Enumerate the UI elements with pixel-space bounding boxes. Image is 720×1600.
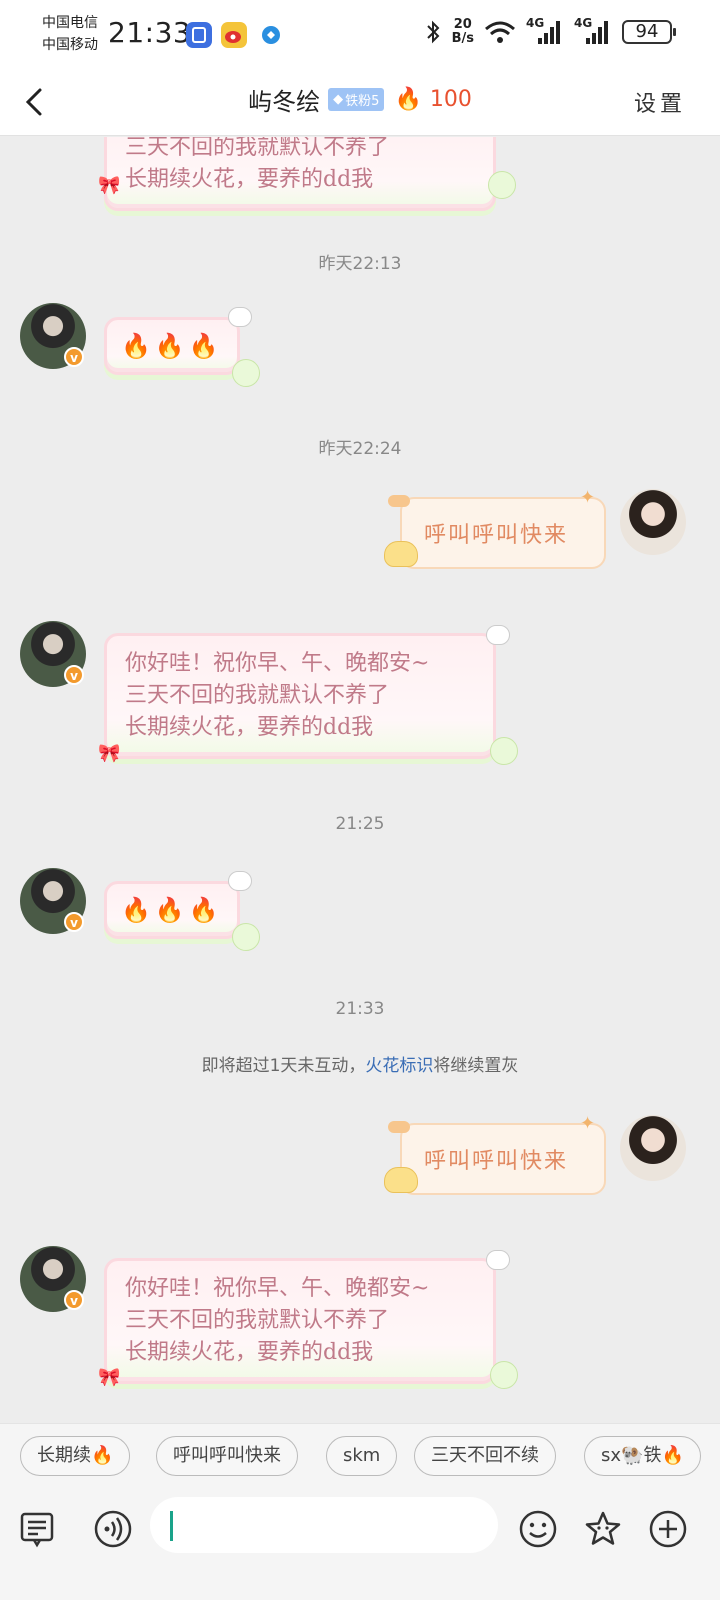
app-notification-icon (186, 22, 212, 48)
chat-title: 屿冬绘 (248, 88, 321, 116)
sparkle-icon: ✦ (580, 487, 596, 508)
sparkle-icon: ✦ (580, 1113, 596, 1134)
text-cursor (170, 1511, 173, 1541)
message-bubble-incoming[interactable]: 🔥🔥🔥 (104, 881, 240, 939)
add-more-icon[interactable] (648, 1509, 688, 1549)
message-bubble-incoming[interactable]: 🔥🔥🔥 (104, 317, 240, 375)
bun-sticker-icon (384, 541, 418, 567)
cellular-signal-1: 4G (526, 16, 564, 46)
carrier-1: 中国电信 (42, 15, 98, 31)
quick-reply-chip[interactable]: 三天不回不续 (414, 1436, 556, 1476)
message-bubble-incoming[interactable]: 你好哇！祝你早、午、晚都安~ 三天不回的我就默认不养了 长期续火花，要养的dd我 (104, 1258, 496, 1384)
message-bubble-outgoing[interactable]: 呼叫呼叫快来 (400, 497, 606, 569)
clover-sticker-icon (488, 171, 516, 199)
message-bubble-incoming[interactable]: 你好哇！祝你早、午、晚都安~ 三天不回的我就默认不养了 长期续火花，要养的dd我 (104, 633, 496, 759)
chat-header: 屿冬绘 ◆ 铁粉5 🔥 100 设置 (0, 70, 720, 136)
spark-mark-link[interactable]: 火花标识 (365, 1056, 433, 1076)
bow-icon: 🎀 (98, 743, 121, 764)
sticker-star-icon[interactable] (583, 1509, 623, 1549)
emoji-icon[interactable] (518, 1509, 558, 1549)
bow-icon: 🎀 (98, 175, 121, 196)
clover-sticker-icon (490, 737, 518, 765)
timestamp: 21:33 (335, 999, 385, 1019)
chat-messages[interactable]: 三天不回的我就默认不养了 长期续火花，要养的dd我 🎀 昨天22:13 v 🔥🔥… (0, 137, 720, 1423)
cloud-sticker-icon (486, 625, 510, 645)
net-speed: 20 B/s (451, 17, 474, 46)
message-input[interactable] (150, 1497, 498, 1553)
timestamp: 昨天22:24 (318, 439, 402, 459)
my-avatar[interactable] (620, 1115, 686, 1181)
browser-notification-icon (258, 22, 284, 48)
message-input-bar (0, 1487, 720, 1600)
carrier-2: 中国移动 (42, 37, 98, 53)
my-avatar[interactable] (620, 489, 686, 555)
fish-sticker-icon (388, 1121, 410, 1133)
verified-badge-icon: v (64, 1290, 84, 1310)
weibo-icon (221, 22, 247, 48)
chat-title-group: 屿冬绘 ◆ 铁粉5 🔥 100 (0, 82, 720, 117)
cellular-signal-2: 4G (574, 16, 612, 46)
cloud-sticker-icon (228, 307, 252, 327)
clover-sticker-icon (490, 1361, 518, 1389)
verified-badge-icon: v (64, 347, 84, 367)
fish-sticker-icon (388, 495, 410, 507)
quick-reply-chip[interactable]: sx🐏铁🔥 (584, 1436, 701, 1476)
fan-level-badge: ◆ 铁粉5 (328, 88, 385, 111)
quick-reply-bar: 长期续🔥 呼叫呼叫快来 skm 三天不回不续 sx🐏铁🔥 (0, 1423, 720, 1487)
spark-fire-icon: 🔥 (394, 87, 422, 112)
settings-button[interactable]: 设置 (634, 86, 686, 118)
clover-sticker-icon (232, 359, 260, 387)
message-bubble-outgoing[interactable]: 呼叫呼叫快来 (400, 1123, 606, 1195)
clover-sticker-icon (232, 923, 260, 951)
quick-reply-chip[interactable]: 长期续🔥 (20, 1436, 131, 1476)
message-bubble-incoming[interactable]: 三天不回的我就默认不养了 长期续火花，要养的dd我 (104, 137, 496, 211)
wifi-icon (485, 21, 515, 43)
cloud-sticker-icon (486, 1250, 510, 1270)
diamond-icon: ◆ (333, 92, 344, 107)
quick-reply-chip[interactable]: 呼叫呼叫快来 (156, 1436, 298, 1476)
voice-icon[interactable] (93, 1509, 133, 1549)
status-bar: 中国电信 中国移动 21:33 20 B/s 4G 4G 94 (0, 0, 720, 70)
bluetooth-icon (426, 20, 440, 44)
system-notice: 即将超过1天未互动，火花标识将继续置灰 (201, 1056, 519, 1076)
spark-count: 100 (429, 87, 472, 112)
bun-sticker-icon (384, 1167, 418, 1193)
carrier-labels: 中国电信 中国移动 (42, 12, 98, 56)
verified-badge-icon: v (64, 665, 84, 685)
battery-indicator: 94 (622, 20, 676, 44)
cloud-sticker-icon (228, 871, 252, 891)
verified-badge-icon: v (64, 912, 84, 932)
bow-icon: 🎀 (98, 1367, 121, 1388)
status-time: 21:33 (108, 16, 192, 49)
quick-reply-chip[interactable]: skm (326, 1436, 398, 1476)
timestamp: 昨天22:13 (318, 254, 402, 274)
status-right: 20 B/s 4G 4G 94 (424, 16, 676, 46)
keyboard-menu-icon[interactable] (18, 1509, 58, 1549)
timestamp: 21:25 (335, 814, 385, 834)
